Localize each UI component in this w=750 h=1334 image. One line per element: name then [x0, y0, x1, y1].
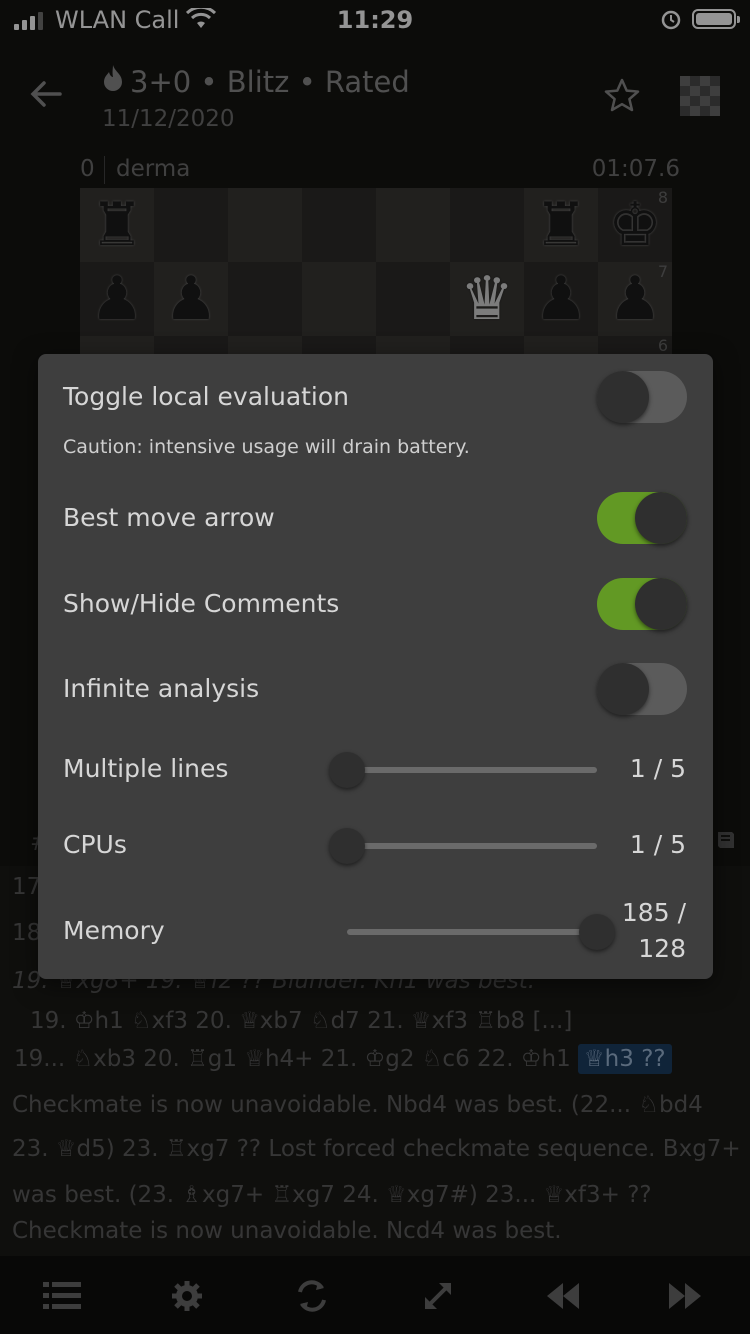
infinite-analysis-label: Infinite analysis: [63, 674, 260, 703]
memory-label: Memory: [63, 916, 165, 945]
toggle-knob: [597, 663, 649, 715]
slider-thumb[interactable]: [329, 752, 365, 788]
slider-thumb[interactable]: [579, 914, 615, 950]
toggle-knob: [635, 578, 687, 630]
best-move-arrow-toggle[interactable]: [597, 492, 687, 544]
multiple-lines-slider[interactable]: [329, 752, 597, 788]
show-hide-comments-toggle[interactable]: [597, 578, 687, 630]
slider-thumb[interactable]: [329, 828, 365, 864]
show-hide-comments-label: Show/Hide Comments: [63, 589, 340, 618]
best-move-arrow-label: Best move arrow: [63, 503, 275, 532]
analysis-settings-panel: Toggle local evaluation Caution: intensi…: [38, 354, 713, 979]
memory-value-bottom: 128: [638, 934, 686, 963]
local-eval-toggle[interactable]: [597, 371, 687, 423]
toggle-knob: [635, 492, 687, 544]
local-eval-label: Toggle local evaluation: [63, 382, 350, 411]
battery-caution-text: Caution: intensive usage will drain batt…: [63, 436, 470, 458]
multiple-lines-value: 1 / 5: [629, 754, 686, 783]
memory-slider[interactable]: [347, 914, 615, 950]
multiple-lines-label: Multiple lines: [63, 754, 229, 783]
memory-value-top: 185 /: [621, 898, 686, 927]
cpus-slider[interactable]: [329, 828, 597, 864]
cpus-value: 1 / 5: [629, 830, 686, 859]
cpus-label: CPUs: [63, 830, 127, 859]
infinite-analysis-toggle[interactable]: [597, 663, 687, 715]
toggle-knob: [597, 371, 649, 423]
